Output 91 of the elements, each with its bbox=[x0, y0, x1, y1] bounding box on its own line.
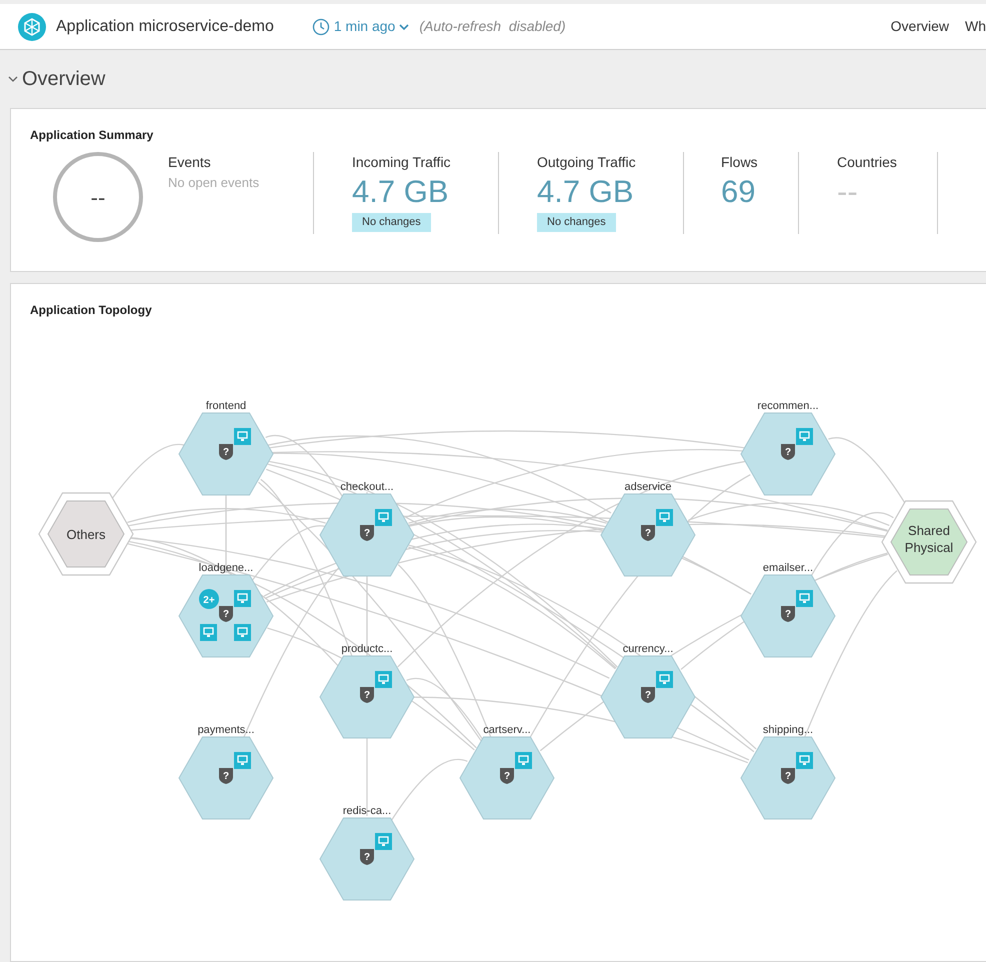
node-label: productc... bbox=[341, 643, 393, 655]
metric-value: -- bbox=[837, 173, 859, 211]
unknown-mark: ? bbox=[364, 528, 370, 539]
node-hexagon[interactable] bbox=[881, 500, 977, 584]
unknown-mark: ? bbox=[504, 771, 510, 782]
unknown-mark: ? bbox=[784, 609, 792, 620]
unknown-mark: ? bbox=[364, 690, 370, 701]
node-label: shipping... bbox=[762, 724, 814, 736]
events-count: -- bbox=[90, 184, 106, 212]
unknown-mark: ? bbox=[222, 447, 230, 458]
app-title: Application microservice-demo bbox=[56, 16, 274, 36]
monitor-icon bbox=[234, 752, 251, 769]
unknown-mark: ? bbox=[364, 852, 370, 863]
node-hexagon[interactable] bbox=[38, 492, 134, 576]
shield-icon bbox=[500, 768, 514, 784]
metric-label: Outgoing Traffic bbox=[537, 153, 637, 172]
node-label: cartserv... bbox=[483, 724, 531, 736]
metric-value: 4.7 GB bbox=[352, 173, 450, 211]
node-label: currency... bbox=[622, 643, 674, 655]
service-node[interactable] bbox=[319, 818, 415, 900]
change-badge: No changes bbox=[537, 213, 616, 232]
metric-label: Incoming Traffic bbox=[352, 153, 452, 172]
monitor-icon bbox=[656, 509, 673, 526]
events-label: Events bbox=[168, 153, 212, 172]
monitor-icon bbox=[375, 833, 392, 850]
node-label: loadgene... bbox=[198, 562, 254, 574]
monitor-icon bbox=[656, 671, 673, 688]
node-label: adservice bbox=[624, 481, 672, 493]
unknown-mark: ? bbox=[644, 528, 652, 539]
node-label: Others bbox=[66, 527, 106, 542]
events-note: No open events bbox=[168, 174, 260, 192]
node-label: Shared Physical bbox=[904, 522, 954, 556]
node-label: frontend bbox=[206, 400, 246, 412]
card-title: Application Topology bbox=[30, 302, 152, 319]
caret-icon bbox=[399, 22, 410, 30]
node-label: payments... bbox=[198, 724, 254, 736]
monitor-icon bbox=[234, 590, 251, 607]
metric-value: 69 bbox=[721, 173, 756, 211]
service-node[interactable] bbox=[740, 574, 836, 658]
shield-icon bbox=[641, 525, 655, 541]
nav-link[interactable]: Overview bbox=[890, 16, 949, 37]
service-node[interactable] bbox=[178, 412, 274, 496]
shield-icon bbox=[360, 525, 374, 541]
node-label: redis-ca... bbox=[342, 805, 392, 817]
unknown-mark: ? bbox=[222, 771, 230, 782]
unknown-mark: ? bbox=[784, 771, 792, 782]
service-node[interactable] bbox=[600, 494, 696, 576]
refresh-note: (Auto-refresh disabled) bbox=[419, 17, 566, 36]
shield-icon bbox=[781, 444, 795, 460]
node-label: emailser... bbox=[762, 562, 814, 574]
service-node[interactable] bbox=[178, 736, 274, 820]
shield-icon bbox=[781, 768, 795, 784]
unknown-mark: ? bbox=[644, 690, 652, 701]
monitor-icon bbox=[200, 624, 217, 641]
metric-value: 4.7 GB bbox=[537, 173, 634, 211]
service-node[interactable] bbox=[459, 736, 555, 820]
unknown-mark: ? bbox=[222, 609, 230, 620]
card-title: Application Summary bbox=[30, 127, 154, 144]
time-range-dropdown[interactable]: 1 min ago bbox=[312, 16, 410, 37]
monitor-icon bbox=[796, 590, 813, 607]
service-node[interactable] bbox=[319, 494, 415, 576]
clock-icon bbox=[312, 18, 330, 36]
shield-icon bbox=[219, 768, 233, 784]
node-label: recommen... bbox=[757, 400, 819, 412]
count-badge: 2+ bbox=[199, 589, 219, 609]
section-title: Overview bbox=[22, 67, 106, 92]
shield-icon bbox=[219, 606, 233, 622]
shield-icon bbox=[641, 687, 655, 703]
shield-icon bbox=[360, 687, 374, 703]
node-label: checkout... bbox=[340, 481, 394, 493]
shield-icon bbox=[360, 849, 374, 865]
chevron-down-icon[interactable] bbox=[8, 75, 18, 83]
unknown-mark: ? bbox=[784, 447, 792, 458]
monitor-icon bbox=[375, 509, 392, 526]
metric-label: Countries bbox=[837, 153, 898, 172]
service-node[interactable] bbox=[740, 736, 836, 820]
service-node[interactable] bbox=[319, 656, 415, 738]
monitor-icon bbox=[234, 428, 251, 445]
shield-icon bbox=[781, 606, 795, 622]
monitor-icon bbox=[234, 624, 251, 641]
monitor-icon bbox=[796, 428, 813, 445]
change-badge: No changes bbox=[352, 213, 431, 232]
monitor-icon bbox=[796, 752, 813, 769]
monitor-icon bbox=[515, 752, 532, 769]
app-logo-icon bbox=[18, 12, 46, 40]
service-node[interactable] bbox=[600, 656, 696, 738]
shield-icon bbox=[219, 444, 233, 460]
monitor-icon bbox=[375, 671, 392, 688]
metric-label: Flows bbox=[721, 153, 759, 172]
service-node[interactable] bbox=[740, 412, 836, 496]
nav-link[interactable]: Wh bbox=[965, 16, 986, 37]
